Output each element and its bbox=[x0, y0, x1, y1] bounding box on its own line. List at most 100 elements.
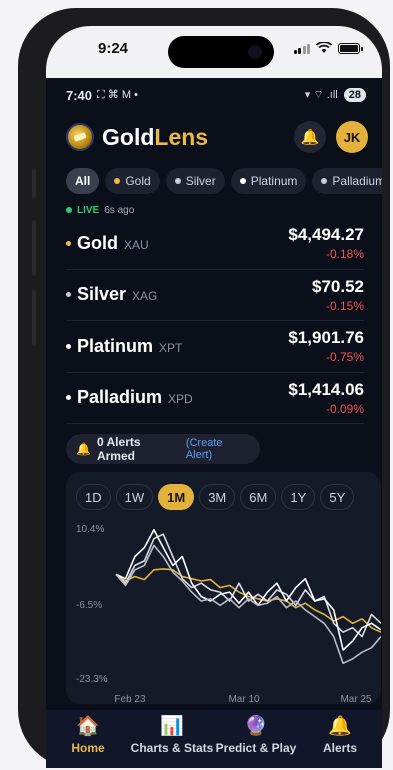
metal-name: Platinum bbox=[77, 335, 154, 356]
create-alert-link[interactable]: (Create Alert) bbox=[186, 437, 250, 461]
metal-change: -0.18% bbox=[325, 247, 364, 262]
bottom-tab-bar: 🏠 Home 📊 Charts & Stats 🔮 Predict & Play 🔔 Aler… bbox=[46, 710, 382, 768]
range-button-1y[interactable]: 1Y bbox=[281, 484, 316, 510]
range-button-1d[interactable]: 1D bbox=[76, 484, 111, 510]
metal-dot-icon bbox=[66, 395, 71, 401]
range-button-1m[interactable]: 1M bbox=[158, 484, 195, 510]
phone-frame: 9:24 7:40 ⛶ ⌘ M • ▾ ⌔ .ıll 28 GoldLens 🔔… bbox=[18, 8, 390, 768]
metal-dot-icon bbox=[66, 343, 71, 349]
tab-label: Alerts bbox=[322, 741, 357, 755]
chart-series-line bbox=[115, 533, 381, 638]
metal-dot-icon bbox=[66, 240, 71, 246]
metal-row-palladium[interactable]: Palladium XPD $1,414.06 -0.09% bbox=[66, 373, 364, 424]
metal-symbol: XAU bbox=[124, 237, 149, 252]
performance-chart: 10.4% -6.5% -23.3% Feb 23 Mar 10 Mar 25 bbox=[76, 524, 381, 704]
metal-symbol: XAG bbox=[132, 289, 158, 304]
y-tick-label: -23.3% bbox=[76, 674, 108, 685]
metal-dot-icon bbox=[239, 178, 246, 184]
chart-series-line bbox=[115, 544, 381, 665]
range-button-5y[interactable]: 5Y bbox=[320, 484, 355, 510]
camera-icon bbox=[248, 45, 262, 59]
filter-chip-label: Gold bbox=[125, 174, 151, 188]
screen: 9:24 7:40 ⛶ ⌘ M • ▾ ⌔ .ıll 28 GoldLens 🔔… bbox=[46, 26, 382, 768]
x-tick-label: Mar 25 bbox=[340, 694, 372, 704]
battery-icon bbox=[338, 42, 363, 54]
metal-change: -0.75% bbox=[325, 350, 364, 365]
x-tick-label: Feb 23 bbox=[114, 694, 146, 704]
dynamic-island bbox=[168, 36, 274, 68]
metal-row-platinum[interactable]: Platinum XPT $1,901.76 -0.75% bbox=[66, 321, 364, 373]
metal-dot-icon bbox=[174, 178, 181, 184]
tab-label: Charts & Stats bbox=[130, 741, 214, 755]
live-indicator: LIVE 6s ago bbox=[46, 196, 382, 218]
time-range-selector: 1D 1W 1M 3M 6M 1Y 5Y bbox=[66, 472, 381, 510]
side-button bbox=[32, 220, 36, 276]
live-dot-icon bbox=[66, 207, 72, 213]
filter-chip-gold[interactable]: Gold bbox=[105, 168, 160, 194]
bell-icon: 🔔 bbox=[76, 442, 91, 456]
metal-name: Gold bbox=[77, 232, 118, 253]
y-tick-label: -6.5% bbox=[76, 600, 102, 611]
filter-chip-label: All bbox=[75, 174, 91, 188]
cellular-signal-icon bbox=[293, 43, 310, 54]
brand-part-1: Gold bbox=[102, 123, 155, 150]
ios-time: 9:24 bbox=[98, 40, 129, 57]
tab-alerts[interactable]: 🔔 Alerts bbox=[298, 710, 382, 768]
metal-name: Palladium bbox=[77, 387, 163, 408]
live-label: LIVE bbox=[77, 204, 100, 216]
network-status-icons: ▾ ⌔ .ıll bbox=[304, 89, 338, 101]
metal-change: -0.15% bbox=[325, 298, 364, 313]
last-updated: 6s ago bbox=[104, 204, 135, 216]
notifications-button[interactable]: 🔔 bbox=[294, 121, 326, 153]
goldlens-logo-icon bbox=[66, 123, 94, 151]
tab-home[interactable]: 🏠 Home bbox=[46, 710, 130, 768]
y-tick-label: 10.4% bbox=[76, 524, 104, 535]
filter-chip-silver[interactable]: Silver bbox=[165, 168, 225, 194]
metal-dot-icon bbox=[114, 178, 121, 184]
filter-chip-label: Platinum bbox=[250, 174, 298, 188]
metal-symbol: XPD bbox=[168, 392, 193, 407]
metal-price-list: Gold XAU $4,494.27 -0.18% Silver XAG $70.52 -0.… bbox=[46, 218, 382, 424]
metal-row-silver[interactable]: Silver XAG $70.52 -0.15% bbox=[66, 270, 364, 321]
performance-chart-card: 1D 1W 1M 3M 6M 1Y 5Y 10.4% -6.5% -23.3% Feb 23 Mar… bbox=[66, 472, 381, 704]
range-button-1w[interactable]: 1W bbox=[115, 484, 154, 510]
tab-label: Home bbox=[71, 741, 105, 755]
metal-price: $1,414.06 bbox=[288, 379, 364, 399]
alerts-summary[interactable]: 🔔 0 Alerts Armed (Create Alert) bbox=[66, 434, 260, 464]
tab-label: Predict & Play bbox=[215, 741, 297, 755]
tab-icon: 📊 bbox=[160, 716, 184, 737]
metal-price: $70.52 bbox=[312, 276, 364, 296]
x-tick-label: Mar 10 bbox=[228, 694, 260, 704]
range-button-6m[interactable]: 6M bbox=[240, 484, 277, 510]
tab-predict-play[interactable]: 🔮 Predict & Play bbox=[214, 710, 298, 768]
tab-icon: 🏠 bbox=[76, 716, 100, 737]
filter-chip-all[interactable]: All bbox=[66, 168, 100, 194]
bell-icon: 🔔 bbox=[300, 129, 320, 146]
range-button-3m[interactable]: 3M bbox=[199, 484, 236, 510]
metal-filter-chips: All Gold Silver Platinum Palladium bbox=[46, 162, 382, 196]
tab-icon: 🔔 bbox=[328, 716, 352, 737]
app-header: GoldLens 🔔 JK bbox=[46, 112, 382, 162]
tab-icon: 🔮 bbox=[244, 716, 268, 737]
filter-chip-label: Silver bbox=[185, 174, 216, 188]
metal-name: Silver bbox=[77, 284, 127, 305]
android-time: 7:40 bbox=[66, 87, 93, 103]
metal-change: -0.09% bbox=[325, 401, 364, 416]
wifi-icon bbox=[316, 42, 332, 53]
notification-icons: ⛶ ⌘ M • bbox=[97, 89, 138, 101]
brand-part-2: Lens bbox=[154, 123, 209, 150]
side-button bbox=[32, 168, 36, 198]
app-title: GoldLens bbox=[102, 124, 208, 151]
metal-symbol: XPT bbox=[159, 340, 183, 355]
ios-status-bar: 9:24 bbox=[46, 26, 382, 78]
side-button bbox=[32, 290, 36, 346]
tab-charts-stats[interactable]: 📊 Charts & Stats bbox=[130, 710, 214, 768]
metal-row-gold[interactable]: Gold XAU $4,494.27 -0.18% bbox=[66, 218, 364, 270]
filter-chip-label: Palladium bbox=[332, 174, 382, 188]
android-status-bar: 7:40 ⛶ ⌘ M • ▾ ⌔ .ıll 28 bbox=[46, 78, 382, 112]
avatar[interactable]: JK bbox=[336, 121, 368, 153]
metal-dot-icon bbox=[66, 292, 71, 298]
metal-dot-icon bbox=[321, 178, 328, 184]
filter-chip-platinum[interactable]: Platinum bbox=[230, 168, 307, 194]
filter-chip-palladium[interactable]: Palladium bbox=[312, 168, 382, 194]
